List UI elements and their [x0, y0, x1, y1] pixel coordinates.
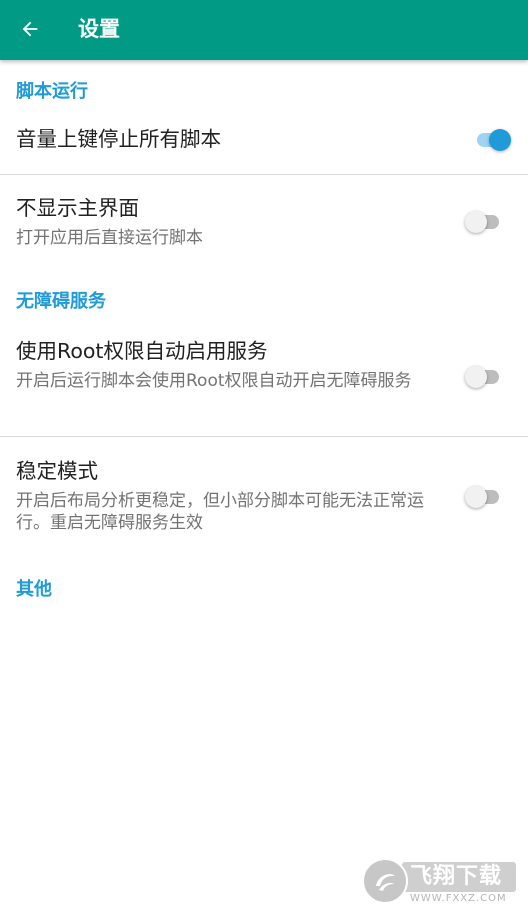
back-button[interactable] [10, 9, 50, 49]
stable-mode-switch[interactable] [465, 485, 501, 509]
pref-root-auto-enable[interactable]: 使用Root权限自动启用服务 开启后运行脚本会使用Root权限自动开启无障碍服务 [0, 322, 528, 436]
hide-main-ui-switch[interactable] [465, 210, 501, 234]
watermark-domain: WWW.FXXZ.COM [410, 893, 507, 904]
section-header-other: 其他 [16, 579, 52, 600]
pref-stable-mode[interactable]: 稳定模式 开启后布局分析更稳定，但小部分脚本可能无法正常运行。重启无障碍服务生效 [0, 437, 528, 557]
settings-screen: 设置 脚本运行 音量上键停止所有脚本 不显示主界面 打开应用后直接运行脚本 无障… [0, 0, 528, 917]
pref-summary: 开启后运行脚本会使用Root权限自动开启无障碍服务 [16, 371, 412, 391]
watermark-logo-icon [362, 858, 408, 904]
arrow-left-icon [22, 21, 38, 37]
pref-volume-key-stop[interactable]: 音量上键停止所有脚本 [0, 110, 528, 174]
pref-title: 音量上键停止所有脚本 [16, 127, 221, 151]
pref-hide-main-ui[interactable]: 不显示主界面 打开应用后直接运行脚本 [0, 175, 528, 265]
watermark: 飞翔下载 WWW.FXXZ.COM [362, 858, 518, 908]
pref-title: 稳定模式 [16, 459, 98, 483]
watermark-text: 飞翔下载 [410, 864, 503, 889]
switch-thumb [465, 211, 487, 233]
volume-key-stop-switch[interactable] [475, 128, 511, 152]
switch-thumb [465, 366, 487, 388]
page-title: 设置 [78, 17, 120, 41]
pref-title: 使用Root权限自动启用服务 [16, 339, 268, 363]
app-bar: 设置 [0, 0, 528, 60]
switch-thumb [489, 129, 511, 151]
pref-title: 不显示主界面 [16, 196, 139, 220]
root-auto-enable-switch[interactable] [465, 365, 501, 389]
switch-thumb [465, 486, 487, 508]
pref-summary: 开启后布局分析更稳定，但小部分脚本可能无法正常运行。重启无障碍服务生效 [16, 491, 424, 533]
watermark-swirl-icon [376, 874, 395, 891]
section-header-script-run: 脚本运行 [16, 81, 88, 102]
pref-summary: 打开应用后直接运行脚本 [16, 228, 203, 248]
section-header-accessibility: 无障碍服务 [16, 291, 106, 312]
